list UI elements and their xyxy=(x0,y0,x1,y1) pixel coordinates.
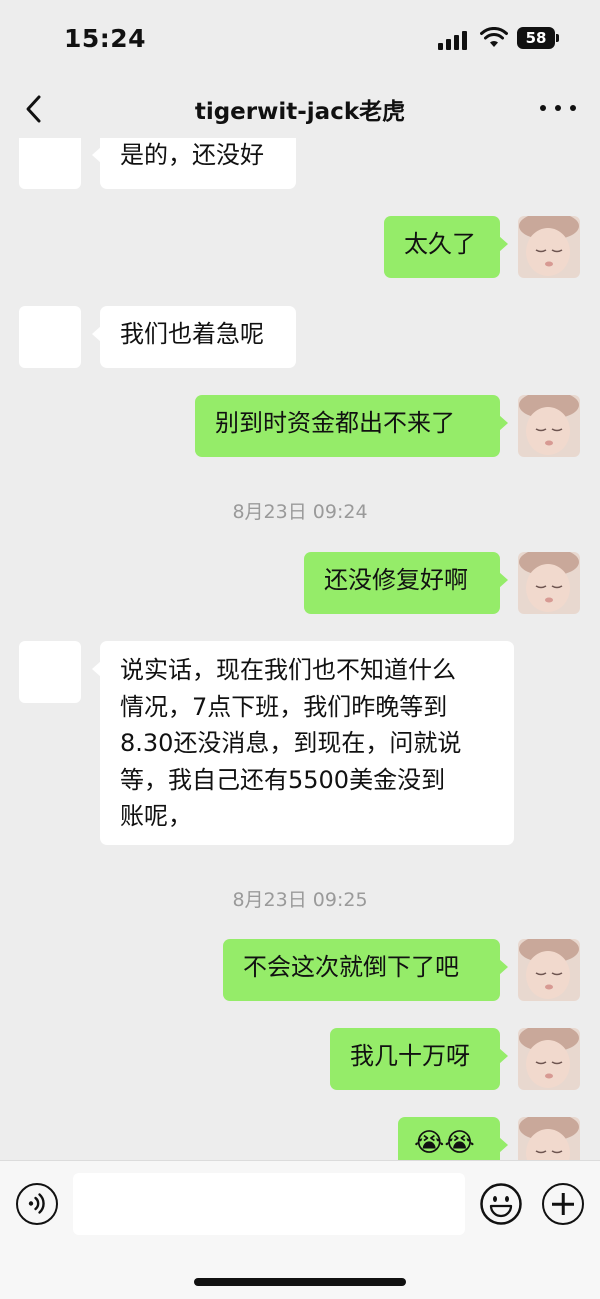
wifi-icon xyxy=(480,27,508,47)
contact-avatar[interactable] xyxy=(19,306,81,368)
status-time: 15:24 xyxy=(64,24,147,53)
message-bubble[interactable]: 我几十万呀 xyxy=(330,1028,508,1090)
timestamp: 8月23日 09:25 xyxy=(232,889,368,911)
plus-icon[interactable] xyxy=(542,1183,584,1225)
user-avatar[interactable] xyxy=(518,552,580,614)
message-line: 账呢， xyxy=(120,802,192,830)
home-indicator xyxy=(194,1278,406,1286)
message-input[interactable] xyxy=(73,1173,465,1235)
chat-title: tigerwit-jack老虎 xyxy=(194,99,406,125)
message-line: 8.30还没消息，到现在，问就说 xyxy=(120,729,462,757)
baby-photo xyxy=(518,939,580,1001)
baby-photo xyxy=(518,552,580,614)
emoji-icon[interactable] xyxy=(480,1183,522,1225)
message-bubble[interactable]: 是的，还没好 xyxy=(92,138,296,189)
user-avatar[interactable] xyxy=(518,216,580,278)
baby-photo xyxy=(518,1028,580,1090)
message-list[interactable]: 是的，还没好 太久了 我们也着急呢 别到时资金都出不来了 8月23日 09:24… xyxy=(0,138,600,1160)
message-bubble[interactable]: 别到时资金都出不来了 xyxy=(195,395,508,457)
user-avatar[interactable] xyxy=(518,1028,580,1090)
chat-header: tigerwit-jack老虎 xyxy=(0,80,600,138)
ellipsis-icon[interactable] xyxy=(540,94,576,122)
timestamp: 8月23日 09:24 xyxy=(232,501,368,523)
contact-avatar[interactable] xyxy=(19,138,81,189)
message-line: 等，我自己还有5500美金没到 xyxy=(120,765,446,794)
contact-avatar[interactable] xyxy=(19,641,81,703)
message-bubble[interactable]: 不会这次就倒下了吧 xyxy=(223,939,508,1001)
status-bar: 15:24 58 xyxy=(0,0,600,80)
signal-icon xyxy=(438,30,468,50)
message-line: 说实话，现在我们也不知道什么 xyxy=(120,656,456,684)
voice-icon[interactable] xyxy=(16,1183,58,1225)
user-avatar[interactable] xyxy=(518,395,580,457)
user-avatar[interactable] xyxy=(518,939,580,1001)
baby-photo xyxy=(518,395,580,457)
message-bubble[interactable]: 我们也着急呢 xyxy=(92,306,296,368)
baby-photo xyxy=(518,216,580,278)
message-bubble[interactable]: 还没修复好啊 xyxy=(304,552,508,614)
user-avatar[interactable] xyxy=(518,1117,580,1160)
input-bar xyxy=(0,1160,600,1299)
message-bubble[interactable]: 太久了 xyxy=(384,216,508,278)
message-line: 情况，7点下班，我们昨晚等到 xyxy=(120,692,448,721)
battery-icon: 58 xyxy=(517,27,559,49)
baby-photo xyxy=(518,1117,580,1160)
message-bubble[interactable]: 😭😭 xyxy=(398,1117,508,1160)
message-bubble[interactable]: 说实话，现在我们也不知道什么 情况，7点下班，我们昨晚等到 8.30还没消息，到… xyxy=(92,641,514,845)
